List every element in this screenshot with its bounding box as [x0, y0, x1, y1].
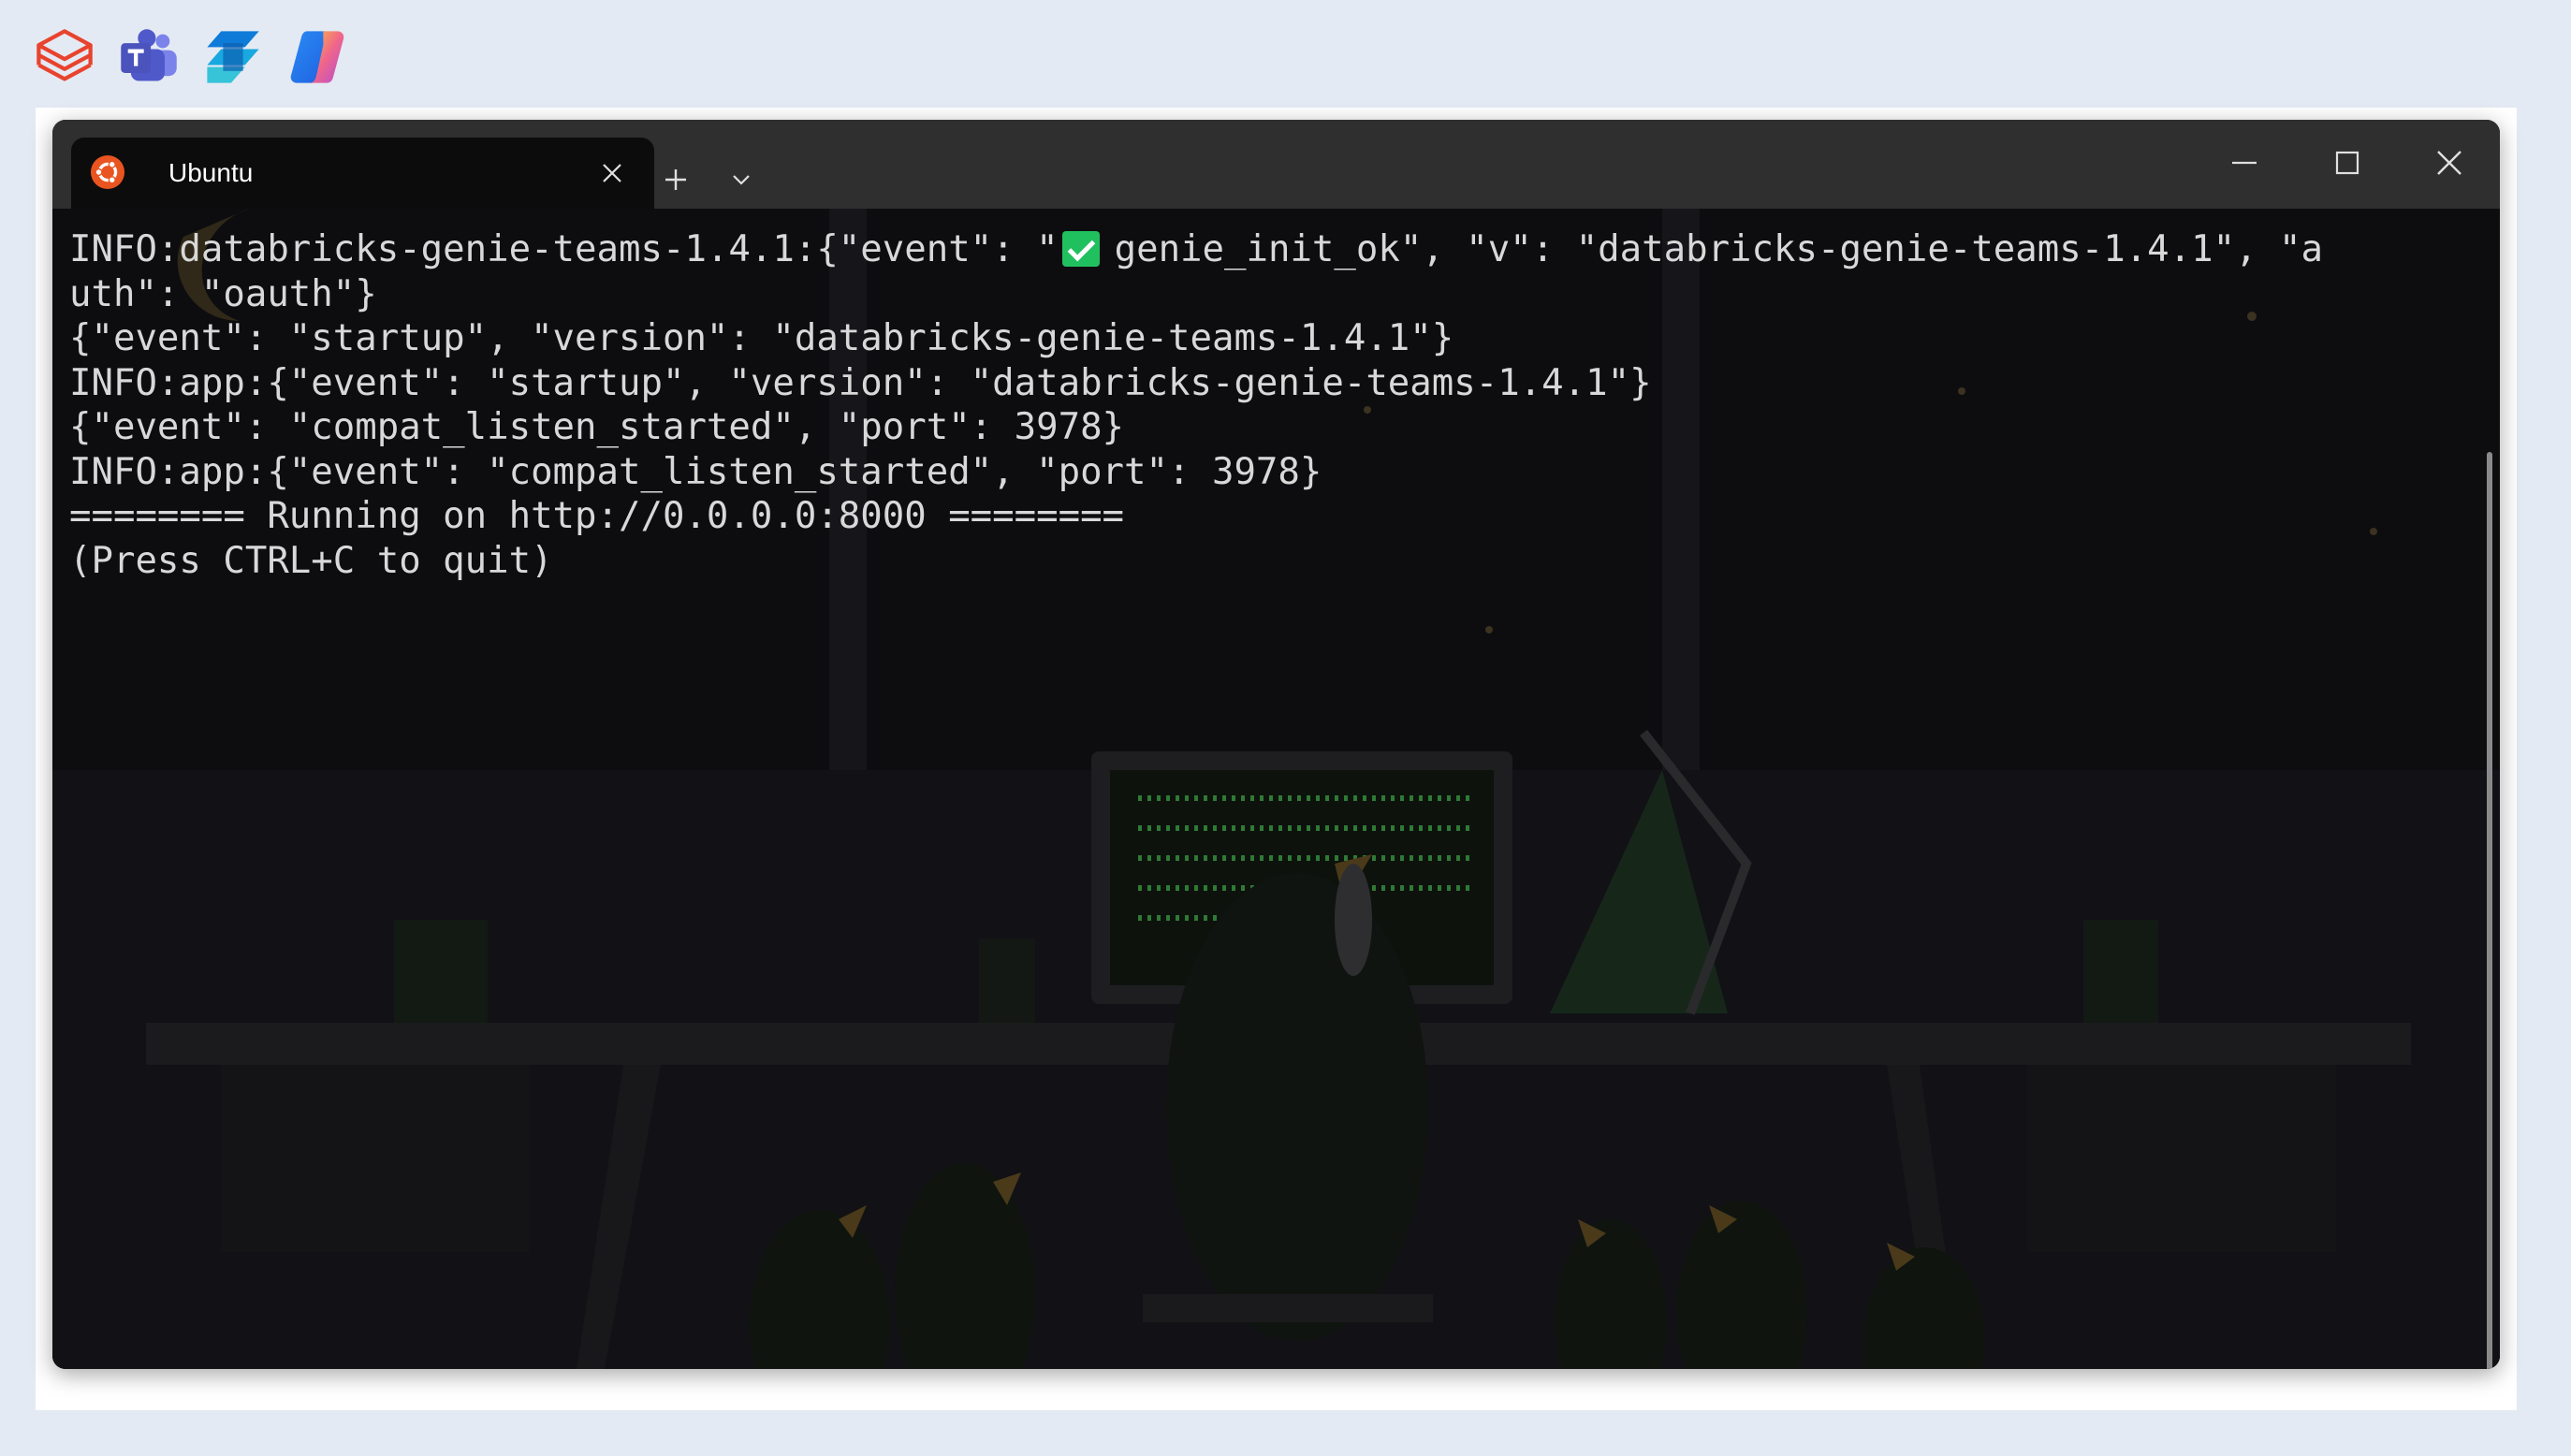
close-icon	[2437, 151, 2461, 175]
terminal-line: {"event": "compat_listen_started", "port…	[69, 406, 1125, 448]
terminal-line: ======== Running on http://0.0.0.0:8000 …	[69, 495, 1125, 537]
power-automate-icon[interactable]	[200, 24, 266, 90]
tab-dropdown-button[interactable]	[715, 153, 767, 206]
plus-icon	[665, 169, 686, 190]
vertical-scrollbar[interactable]	[2487, 452, 2492, 1369]
tab-ubuntu[interactable]: Ubuntu	[71, 138, 654, 209]
tab-title: Ubuntu	[168, 158, 254, 187]
terminal-content[interactable]: INFO:databricks-genie-teams-1.4.1:{"even…	[52, 209, 2500, 1369]
close-window-button[interactable]	[2403, 135, 2496, 191]
terminal-line: (Press CTRL+C to quit)	[69, 539, 553, 582]
close-tab-button[interactable]	[592, 153, 633, 194]
databricks-icon[interactable]	[32, 24, 97, 90]
terminal-window: Ubuntu INFO:databricks-genie-teams-1.4.1…	[52, 120, 2500, 1369]
minimize-icon	[2232, 161, 2257, 165]
minimize-button[interactable]	[2198, 135, 2291, 191]
terminal-line: {"event": "startup", "version": "databri…	[69, 317, 1454, 359]
title-bar: Ubuntu	[52, 120, 2500, 209]
pinned-apps	[32, 24, 350, 90]
chevron-down-icon	[733, 175, 750, 185]
terminal-text: genie_init_ok", "v": "databricks-genie-t…	[1114, 228, 2324, 270]
terminal-line: uth": "oauth"}	[69, 272, 377, 315]
terminal-line: INFO:app:{"event": "compat_listen_starte…	[69, 450, 1322, 493]
teams-icon[interactable]	[116, 24, 182, 90]
close-icon	[603, 164, 621, 182]
copilot-icon[interactable]	[285, 24, 350, 90]
new-tab-button[interactable]	[650, 153, 702, 206]
terminal-output: INFO:databricks-genie-teams-1.4.1:{"even…	[69, 227, 2465, 583]
check-mark-icon	[1061, 231, 1100, 267]
maximize-icon	[2335, 151, 2359, 175]
maximize-button[interactable]	[2301, 135, 2394, 191]
ubuntu-icon	[90, 154, 125, 190]
terminal-text: INFO:databricks-genie-teams-1.4.1:{"even…	[69, 228, 1059, 270]
terminal-line: INFO:databricks-genie-teams-1.4.1:{"even…	[69, 227, 2465, 272]
terminal-line: INFO:app:{"event": "startup", "version":…	[69, 361, 1652, 404]
